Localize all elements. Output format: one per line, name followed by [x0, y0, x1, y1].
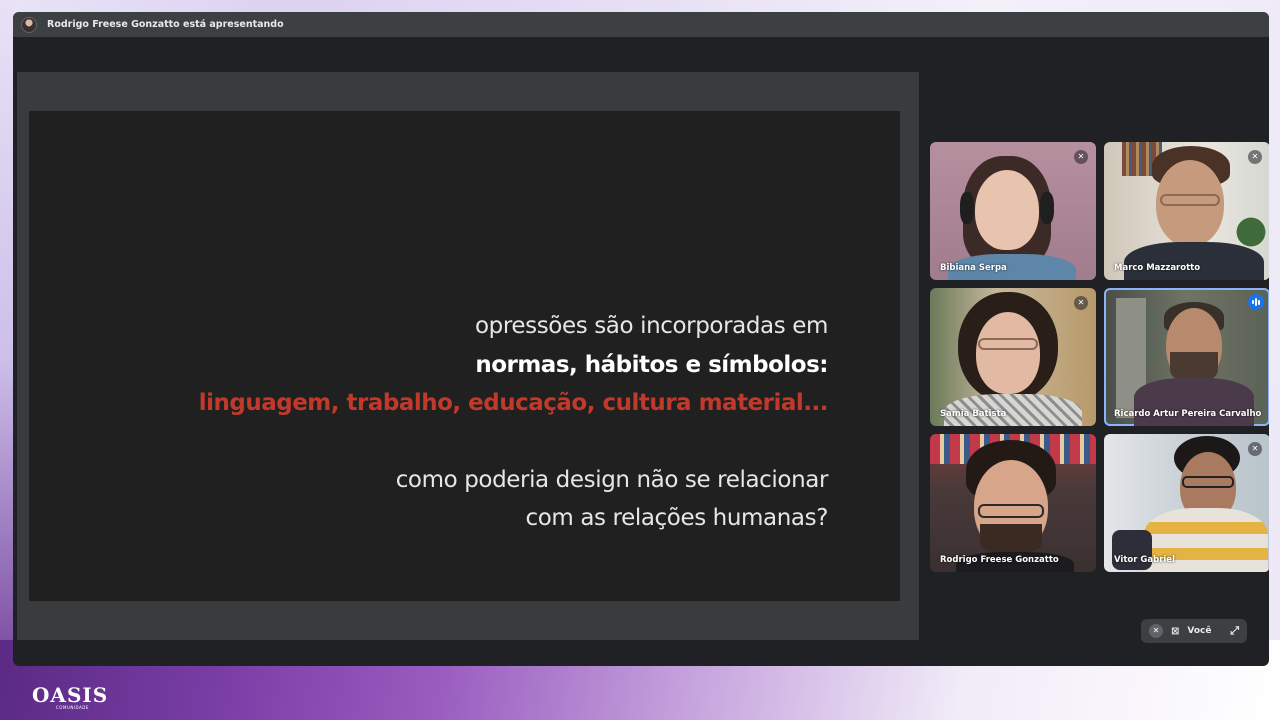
participant-tile-active[interactable]: Ricardo Artur Pereira Carvalho [1104, 288, 1269, 426]
participant-name: Ricardo Artur Pereira Carvalho [1114, 409, 1262, 419]
presentation-area[interactable]: opressões são incorporadas em normas, há… [17, 72, 919, 640]
participant-tile[interactable]: ✕ Vitor Gabriel [1104, 434, 1269, 572]
slide-line-5: com as relações humanas? [525, 505, 829, 531]
slide: opressões são incorporadas em normas, há… [29, 111, 900, 601]
participant-name: Marco Mazzarotto [1114, 263, 1201, 273]
brand-logo: OASIS [32, 683, 109, 707]
participant-tile[interactable]: ✕ Samia Batista [930, 288, 1096, 426]
camera-off-icon[interactable]: ⊠ [1171, 626, 1179, 637]
participant-tile[interactable]: ✕ Bibiana Serpa [930, 142, 1096, 280]
meeting-window: Rodrigo Freese Gonzatto está apresentand… [13, 12, 1269, 666]
mic-off-icon: ✕ [1074, 296, 1088, 310]
participant-name: Vitor Gabriel [1114, 555, 1175, 565]
brand-tagline: COMUNIDADE [56, 705, 89, 710]
slide-line-2: normas, hábitos e símbolos: [475, 351, 828, 378]
presenter-banner-text: Rodrigo Freese Gonzatto está apresentand… [47, 19, 284, 30]
mic-off-icon: ✕ [1074, 150, 1088, 164]
participant-name: Bibiana Serpa [940, 263, 1007, 273]
expand-icon[interactable]: ⤢ [1230, 624, 1239, 638]
participant-name: Rodrigo Freese Gonzatto [940, 555, 1059, 565]
self-view-bar[interactable]: ✕ ⊠ Você ⤢ [1141, 619, 1247, 643]
slide-line-1: opressões são incorporadas em [474, 313, 828, 339]
slide-line-4: como poderia design não se relacionar [395, 466, 829, 493]
slide-text: opressões são incorporadas em normas, há… [198, 307, 829, 538]
mic-off-icon[interactable]: ✕ [1149, 624, 1163, 638]
participant-tile[interactable]: ✕ Marco Mazzarotto [1104, 142, 1269, 280]
participant-name: Samia Batista [940, 409, 1007, 419]
participant-tile[interactable]: Rodrigo Freese Gonzatto [930, 434, 1096, 572]
slide-line-3: linguagem, trabalho, educação, cultura m… [198, 390, 829, 416]
mic-off-icon: ✕ [1248, 442, 1262, 456]
speaking-indicator-icon [1248, 294, 1264, 310]
presenter-avatar [21, 16, 37, 33]
self-view-label: Você [1187, 626, 1212, 636]
presenter-banner: Rodrigo Freese Gonzatto está apresentand… [13, 12, 1269, 37]
background-glow-left [0, 0, 14, 720]
mic-off-icon: ✕ [1248, 150, 1262, 164]
